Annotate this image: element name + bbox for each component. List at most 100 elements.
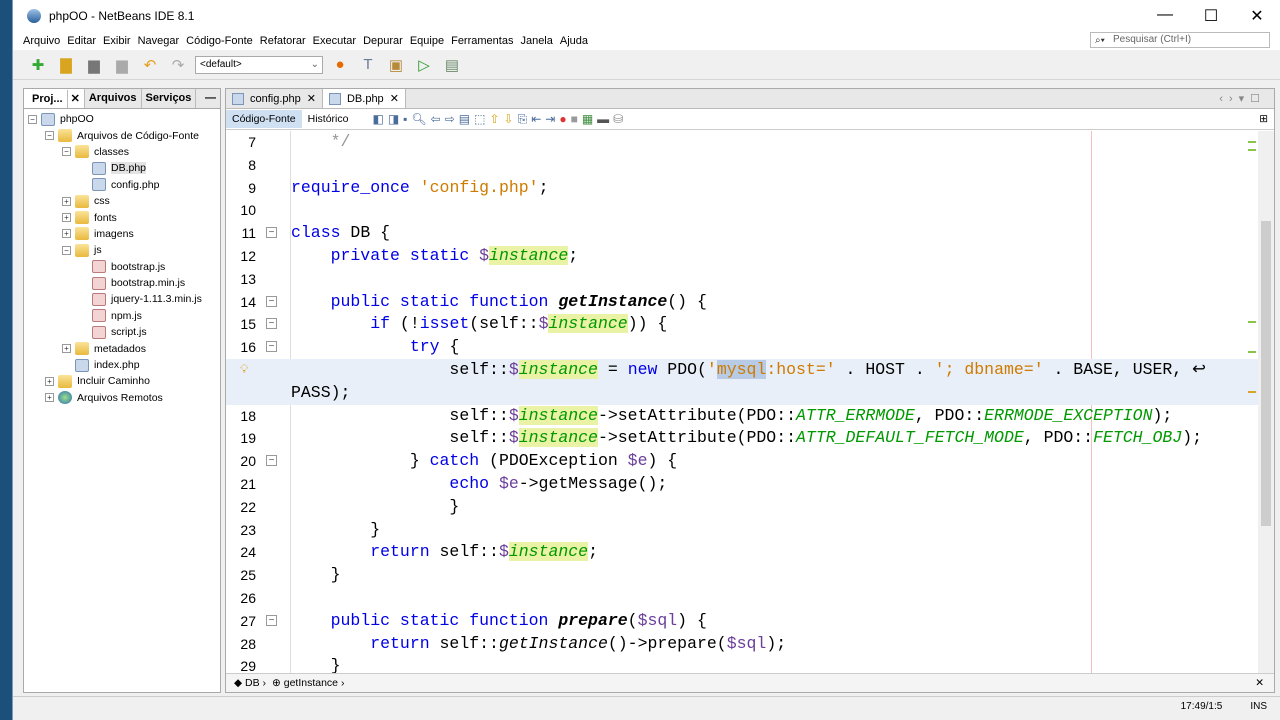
tree-item[interactable]: DB.php <box>24 160 220 176</box>
firefox-icon[interactable]: ● <box>329 54 351 76</box>
menu-item-5[interactable]: Refatorar <box>260 35 306 47</box>
expand-toggle-icon[interactable]: − <box>62 147 71 157</box>
tree-item[interactable]: config.php <box>24 177 220 193</box>
code-line[interactable]: 11− class DB { <box>226 222 1260 245</box>
breadcrumb-item[interactable]: ⊕ getInstance › <box>272 677 344 689</box>
tree-item[interactable]: + css <box>24 193 220 209</box>
find-icon[interactable]: 🔍︎ <box>411 112 426 127</box>
expand-toggle-icon[interactable]: − <box>62 245 71 255</box>
code-line[interactable]: 21 echo $e->getMessage(); <box>226 473 1260 496</box>
editor-tab[interactable]: DB.php ✕ <box>322 89 406 108</box>
menu-item-9[interactable]: Ferramentas <box>451 35 513 47</box>
tab-projects[interactable]: Proj... ✕ <box>24 89 85 108</box>
tree-item[interactable]: + Incluir Caminho <box>24 373 220 389</box>
tree-item[interactable]: + imagens <box>24 226 220 242</box>
breadcrumb-item[interactable]: ◆ DB › <box>234 677 266 689</box>
back-icon[interactable]: ◨ <box>388 112 399 127</box>
code-line[interactable]: PASS); <box>226 381 1260 405</box>
expand-toggle-icon[interactable]: − <box>28 114 37 124</box>
code-line[interactable]: 15− if (!isset(self::$instance)) { <box>226 313 1260 336</box>
fold-toggle-icon[interactable]: − <box>266 318 277 330</box>
code-line[interactable]: 27− public static function prepare($sql)… <box>226 610 1260 633</box>
tree-item[interactable]: − Arquivos de Código-Fonte <box>24 127 220 143</box>
menu-item-4[interactable]: Código-Fonte <box>186 35 253 47</box>
menu-item-0[interactable]: Arquivo <box>23 35 60 47</box>
code-line[interactable]: 26 <box>226 587 1260 610</box>
code-area[interactable]: 7 */8 9 require_once 'config.php'; 10 11− cl… <box>226 131 1260 675</box>
vertical-scrollbar[interactable] <box>1258 131 1274 675</box>
config-select[interactable]: <default> ⌄ <box>195 55 323 74</box>
tree-item[interactable]: bootstrap.min.js <box>24 275 220 291</box>
code-line[interactable]: 24 return self::$instance; <box>226 541 1260 564</box>
code-line[interactable]: 28 return self::getInstance()->prepare($… <box>226 633 1260 656</box>
tab-history[interactable]: Histórico <box>302 110 355 128</box>
open-project-icon[interactable]: ▆ <box>83 54 105 76</box>
menu-item-2[interactable]: Exibir <box>103 35 131 47</box>
tree-item[interactable]: − js <box>24 242 220 258</box>
expand-toggle-icon[interactable]: + <box>45 376 54 386</box>
menu-item-1[interactable]: Editar <box>67 35 96 47</box>
editor-tab[interactable]: config.php ✕ <box>226 89 323 108</box>
expand-toggle-icon[interactable]: + <box>45 393 54 403</box>
code-line[interactable]: 8 <box>226 154 1260 177</box>
tree-item[interactable]: + Arquivos Remotos <box>24 390 220 406</box>
tree-item[interactable]: bootstrap.js <box>24 259 220 275</box>
clean-build-icon[interactable]: ▣ <box>385 54 407 76</box>
code-line[interactable]: 14− public static function getInstance()… <box>226 291 1260 314</box>
expand-toggle-icon[interactable]: − <box>45 131 54 141</box>
code-line[interactable]: 16− try { <box>226 336 1260 359</box>
fold-toggle-icon[interactable]: − <box>266 295 277 307</box>
tree-item[interactable]: − phpOO <box>24 111 220 127</box>
toggle-highlight-icon[interactable]: ▤ <box>459 112 470 127</box>
expand-toggle-icon[interactable]: + <box>62 229 71 239</box>
tab-navigation[interactable]: ‹›▾☐ <box>1211 89 1274 108</box>
split-icon[interactable]: ⊞ <box>1259 113 1268 125</box>
prev-bookmark-icon[interactable]: ⇧ <box>489 112 499 127</box>
code-line[interactable]: 22 } <box>226 496 1260 519</box>
code-line[interactable]: 19 self::$instance->setAttribute(PDO::AT… <box>226 427 1260 450</box>
comment-icon[interactable]: ▦ <box>582 112 593 127</box>
find-next-icon[interactable]: ⇨ <box>445 112 455 127</box>
code-line[interactable]: 20− } catch (PDOException $e) { <box>226 450 1260 473</box>
minimize-button[interactable]: — <box>1142 6 1188 26</box>
minimize-panel-button[interactable]: — <box>201 89 220 108</box>
forward-icon[interactable]: ▪ <box>403 112 407 127</box>
fold-toggle-icon[interactable]: − <box>266 227 277 239</box>
close-project-icon[interactable]: ▆ <box>111 54 133 76</box>
debug-icon[interactable]: ▤ <box>441 54 463 76</box>
code-line[interactable]: 23 } <box>226 519 1260 542</box>
last-edit-icon[interactable]: ◧ <box>372 112 383 127</box>
code-line[interactable]: 9 require_once 'config.php'; <box>226 177 1260 200</box>
menu-item-7[interactable]: Depurar <box>363 35 403 47</box>
code-line[interactable]: 18 self::$instance->setAttribute(PDO::AT… <box>226 405 1260 428</box>
undo-icon[interactable]: ↶ <box>139 54 161 76</box>
close-button[interactable]: ✕ <box>1234 6 1280 26</box>
expand-toggle-icon[interactable]: + <box>62 196 71 206</box>
code-line[interactable]: 25 } <box>226 564 1260 587</box>
find-prev-icon[interactable]: ⇦ <box>431 112 441 127</box>
tree-item[interactable]: index.php <box>24 357 220 373</box>
fold-toggle-icon[interactable]: − <box>266 341 277 353</box>
new-project-icon[interactable]: ▇ <box>55 54 77 76</box>
stop-macro-icon[interactable]: ■ <box>571 112 578 127</box>
tab-source[interactable]: Código-Fonte <box>226 110 302 128</box>
menu-item-3[interactable]: Navegar <box>138 35 180 47</box>
close-tab-icon[interactable]: ✕ <box>390 92 399 105</box>
fold-toggle-icon[interactable]: − <box>266 455 277 467</box>
menu-item-6[interactable]: Executar <box>313 35 356 47</box>
new-file-icon[interactable]: ✚ <box>27 54 49 76</box>
redo-icon[interactable]: ↷ <box>167 54 189 76</box>
build-icon[interactable]: T <box>357 54 379 76</box>
toggle-bookmark-icon[interactable]: ⎘ <box>518 112 528 127</box>
tree-item[interactable]: + fonts <box>24 209 220 225</box>
code-line[interactable]: 💡︎ self::$instance = new PDO('mysql:host… <box>226 359 1260 382</box>
expand-toggle-icon[interactable]: + <box>62 213 71 223</box>
tree-item[interactable]: + metadados <box>24 340 220 356</box>
menu-item-10[interactable]: Janela <box>520 35 552 47</box>
menu-item-8[interactable]: Equipe <box>410 35 444 47</box>
tab-files[interactable]: Arquivos <box>85 89 142 108</box>
tree-item[interactable]: jquery-1.11.3.min.js <box>24 291 220 307</box>
close-tab-icon[interactable]: ✕ <box>307 92 316 105</box>
menu-item-11[interactable]: Ajuda <box>560 35 588 47</box>
close-breadcrumb-icon[interactable]: ✕ <box>1255 677 1264 689</box>
